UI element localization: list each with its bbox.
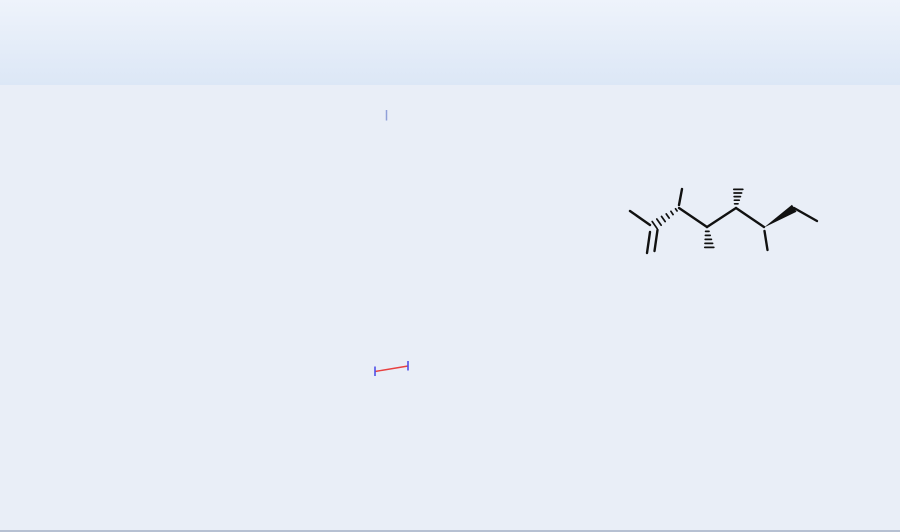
hashed-wedge (652, 209, 677, 229)
chromatogram-plot[interactable] (0, 0, 900, 532)
wedge-bond (764, 205, 797, 228)
highlight-ellipse (254, 93, 478, 490)
hashed-wedge (705, 231, 714, 247)
gluconic-acid-structure (630, 189, 817, 253)
integration-baseline (375, 361, 408, 376)
chromatography-app-window (0, 0, 900, 532)
carbonyl-double-bond (647, 232, 650, 253)
hashed-wedge (734, 189, 743, 203)
